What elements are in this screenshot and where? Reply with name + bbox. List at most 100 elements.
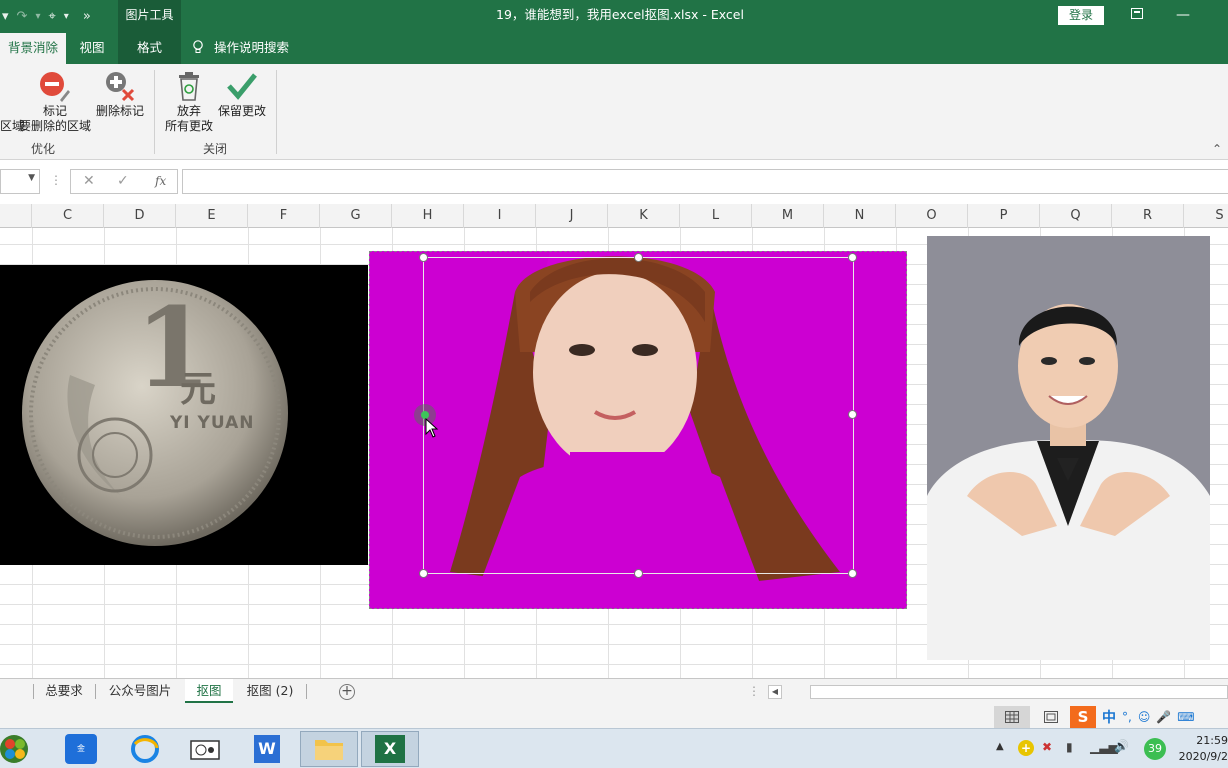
- column-header[interactable]: N: [824, 204, 896, 228]
- sheet-tab[interactable]: 抠图 (2): [238, 679, 302, 703]
- touch-mode-dropdown-icon[interactable]: ▾: [64, 11, 69, 22]
- minimize-icon[interactable]: —: [1160, 0, 1206, 33]
- taskbar-browser-icon[interactable]: [116, 731, 174, 767]
- start-button-icon[interactable]: [0, 731, 36, 767]
- mark-areas-to-remove-button[interactable]: 标记 要删除的区域: [18, 70, 92, 134]
- tray-security-icon[interactable]: ✖: [1042, 740, 1052, 754]
- column-header[interactable]: L: [680, 204, 752, 228]
- resize-handle[interactable]: [634, 253, 643, 262]
- column-header[interactable]: Q: [1040, 204, 1112, 228]
- resize-handle[interactable]: [848, 569, 857, 578]
- tab-separator: [33, 684, 34, 699]
- delete-mark-label: 删除标记: [95, 104, 144, 118]
- more-commands-icon[interactable]: »: [83, 9, 91, 24]
- column-header[interactable]: I: [464, 204, 536, 228]
- picture-tools-label: 图片工具: [118, 0, 181, 33]
- sheet-tab-active[interactable]: 抠图: [185, 679, 233, 703]
- sogou-s-icon[interactable]: S: [1070, 706, 1096, 728]
- page-layout-view-icon[interactable]: [1044, 711, 1058, 726]
- tab-separator: [306, 684, 307, 699]
- column-header[interactable]: H: [392, 204, 464, 228]
- login-button[interactable]: 登录: [1058, 6, 1104, 25]
- taskbar: 金 W X ▲ + ✖ ▮ ▁▃▅ 🔊 39 21:59 2020/9/2: [0, 728, 1228, 768]
- checkmark-icon: [227, 73, 257, 100]
- column-header[interactable]: R: [1112, 204, 1184, 228]
- ribbon-display-options-icon[interactable]: [1114, 0, 1160, 33]
- selection-frame: [423, 257, 854, 574]
- sheet-tab[interactable]: 总要求: [36, 679, 92, 703]
- resize-handle[interactable]: [634, 569, 643, 578]
- column-header[interactable]: M: [752, 204, 824, 228]
- resize-handle[interactable]: [848, 253, 857, 262]
- clock[interactable]: 21:59 2020/9/2: [1170, 733, 1228, 765]
- touch-mode-icon[interactable]: ⌖: [48, 9, 55, 24]
- clock-date: 2020/9/2: [1178, 750, 1228, 763]
- discard-all-changes-button[interactable]: 放弃 所有更改: [162, 70, 216, 134]
- column-header[interactable]: J: [536, 204, 608, 228]
- show-hidden-icons-icon[interactable]: ▲: [996, 741, 1004, 752]
- coin-character: 元: [180, 369, 217, 410]
- ime-mode[interactable]: 中: [1102, 707, 1116, 727]
- tray-plus-icon[interactable]: +: [1018, 740, 1034, 756]
- taskbar-file-explorer-icon[interactable]: [300, 731, 358, 767]
- discard-label-1: 放弃: [176, 104, 201, 118]
- taskbar-video-recorder-icon[interactable]: [176, 731, 234, 767]
- taskbar-cloud-app-icon[interactable]: 金: [52, 731, 110, 767]
- microphone-icon[interactable]: 🎤: [1156, 710, 1171, 724]
- cancel-icon[interactable]: ✕: [83, 173, 95, 189]
- coin-picture[interactable]: 1 元 YI YUAN: [0, 265, 368, 565]
- undo-dropdown-icon[interactable]: ▾: [2, 9, 9, 24]
- punctuation-icon[interactable]: °,: [1122, 710, 1132, 724]
- keyboard-icon[interactable]: ⌨: [1177, 710, 1194, 724]
- tray-badge[interactable]: 39: [1144, 738, 1166, 760]
- taskbar-excel-icon[interactable]: X: [361, 731, 419, 767]
- horizontal-scrollbar[interactable]: [810, 685, 1228, 699]
- portrait-picture[interactable]: [927, 236, 1210, 660]
- tab-background-removal[interactable]: 背景消除: [0, 33, 66, 64]
- mark-remove-icon: [40, 72, 70, 102]
- column-header[interactable]: G: [320, 204, 392, 228]
- column-header[interactable]: B: [0, 204, 32, 228]
- add-sheet-button[interactable]: +: [339, 684, 355, 700]
- column-header[interactable]: C: [32, 204, 104, 228]
- resize-handle[interactable]: [419, 253, 428, 262]
- delete-mark-button[interactable]: 删除标记: [94, 70, 146, 119]
- tab-view[interactable]: 视图: [66, 33, 118, 64]
- column-header[interactable]: D: [104, 204, 176, 228]
- name-box-dropdown-icon[interactable]: ▼: [28, 173, 35, 183]
- background-removal-picture[interactable]: [369, 251, 907, 609]
- ribbon-separator: [154, 70, 155, 154]
- column-headers: BCDEFGHIJKLMNOPQRS: [0, 204, 1228, 228]
- discard-label-2: 所有更改: [164, 119, 213, 133]
- enter-icon[interactable]: ✓: [117, 173, 129, 189]
- taskbar-word-icon[interactable]: W: [238, 731, 296, 767]
- formula-input[interactable]: [182, 169, 1228, 194]
- collapse-ribbon-icon[interactable]: ⌃: [1212, 142, 1222, 156]
- insert-function-icon[interactable]: fx: [155, 174, 166, 188]
- tell-me-search[interactable]: 操作说明搜索: [192, 33, 312, 64]
- formula-buttons: ✕ ✓ fx: [70, 169, 178, 194]
- column-header[interactable]: O: [896, 204, 968, 228]
- name-box[interactable]: ▼: [0, 169, 40, 194]
- sheet-tab[interactable]: 公众号图片: [98, 679, 182, 703]
- emoji-icon[interactable]: ☺: [1138, 710, 1151, 724]
- title-bar: ▾ ↷ ▾ ⌖ ▾ » 图片工具 19，谁能想到，我用excel抠图.xlsx …: [0, 0, 1228, 33]
- column-header[interactable]: F: [248, 204, 320, 228]
- column-header[interactable]: P: [968, 204, 1040, 228]
- resize-handle[interactable]: [419, 569, 428, 578]
- column-header[interactable]: E: [176, 204, 248, 228]
- resize-handle[interactable]: [848, 410, 857, 419]
- redo-dropdown-icon[interactable]: ▾: [35, 11, 40, 22]
- redo-icon[interactable]: ↷: [17, 9, 28, 24]
- keep-changes-button[interactable]: 保留更改: [216, 70, 268, 119]
- recycle-bin-icon: [179, 72, 199, 101]
- tray-device-icon[interactable]: ▮: [1066, 740, 1073, 754]
- scroll-left-icon[interactable]: ◀: [768, 685, 782, 699]
- formula-bar-resize-icon[interactable]: ⋮: [50, 173, 62, 187]
- tab-format[interactable]: 格式: [118, 33, 181, 64]
- volume-icon[interactable]: 🔊: [1114, 739, 1129, 753]
- column-header[interactable]: S: [1184, 204, 1228, 228]
- normal-view-icon[interactable]: [994, 706, 1030, 728]
- column-header[interactable]: K: [608, 204, 680, 228]
- split-handle-icon[interactable]: ⋮: [748, 684, 760, 698]
